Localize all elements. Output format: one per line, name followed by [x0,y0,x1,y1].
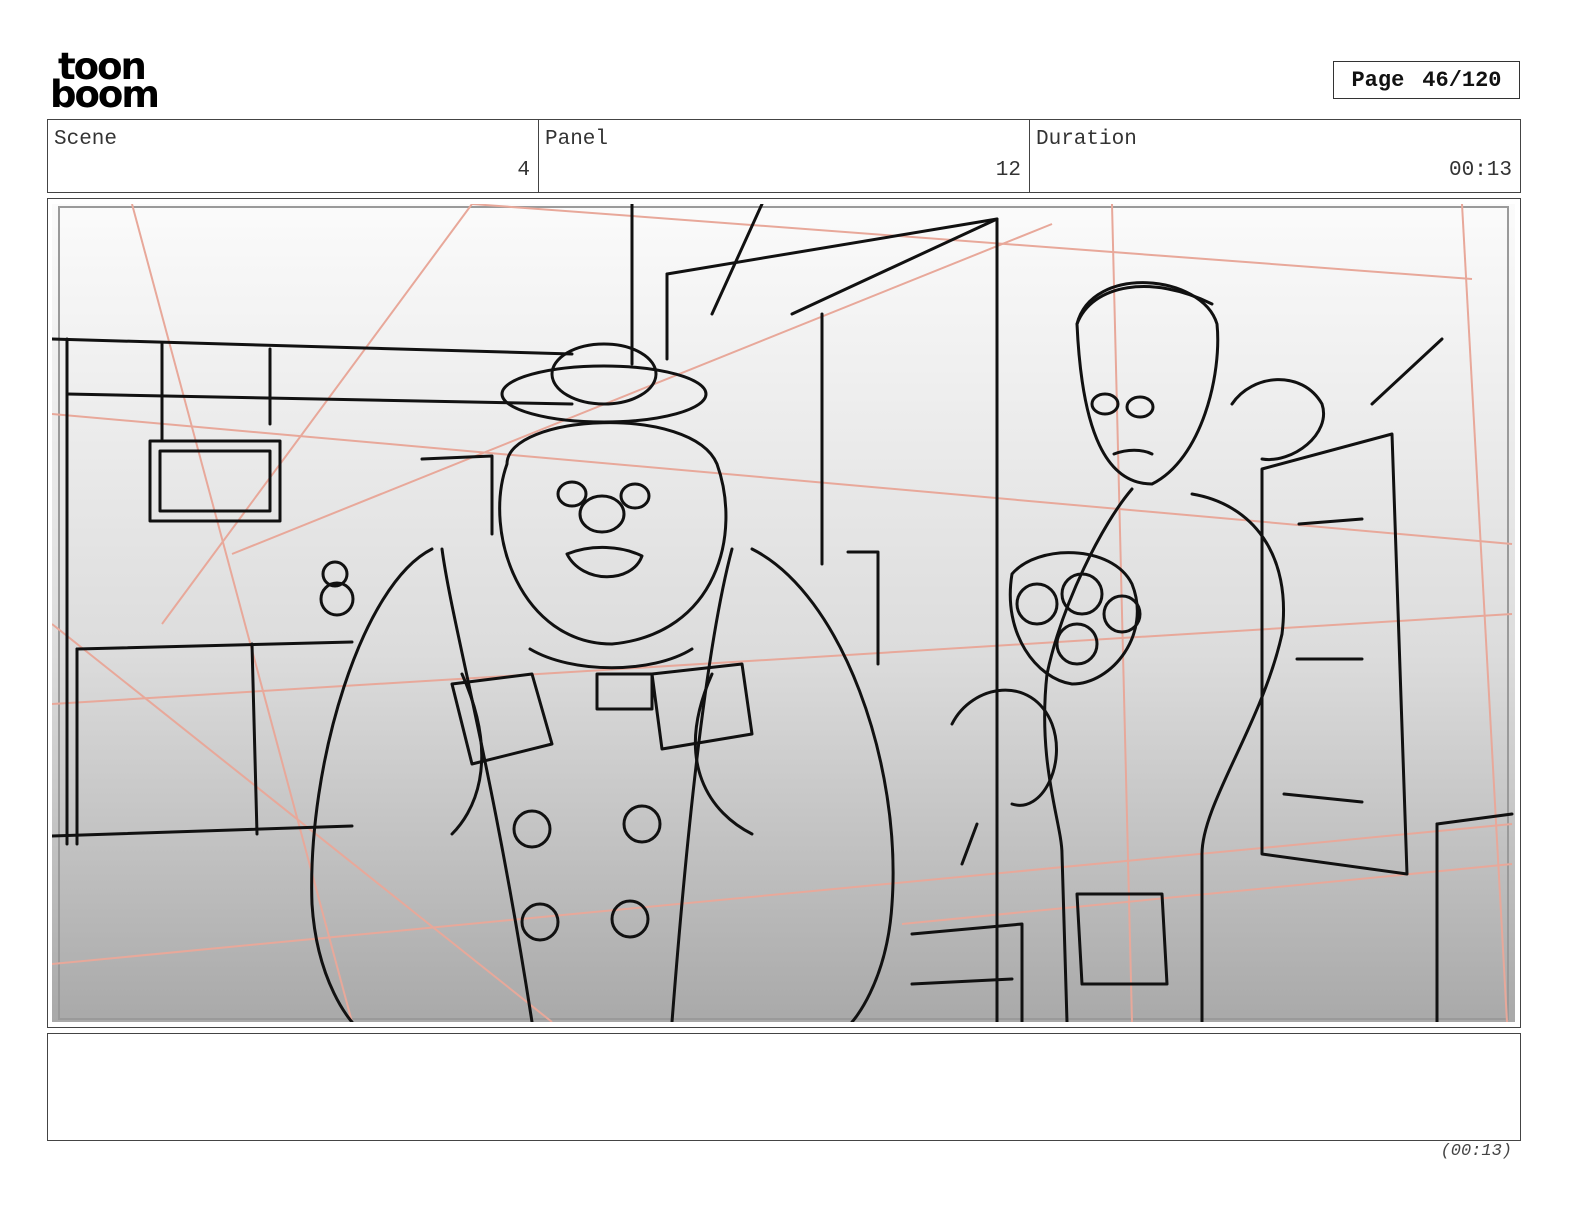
page-number: 46/120 [1422,67,1502,93]
panel-label: Panel [545,128,609,151]
panel-cell: Panel 12 [539,120,1030,192]
toonboom-logo: toon boom [50,48,166,116]
page-label: Page [1351,67,1405,93]
scene-value: 4 [517,159,530,182]
duration-cell: Duration 00:13 [1030,120,1520,192]
scene-cell: Scene 4 [48,120,539,192]
logo-line-2: boom [50,73,160,116]
page-indicator: Page 46/120 [1333,61,1520,99]
storyboard-panel [47,198,1521,1028]
storyboard-sketch-icon [52,204,1515,1022]
notes-box [47,1033,1521,1141]
duration-label: Duration [1036,128,1137,151]
scene-label: Scene [54,128,118,151]
panel-value: 12 [995,159,1021,182]
footer-duration: (00:13) [1440,1142,1512,1161]
panel-metadata: Scene 4 Panel 12 Duration 00:13 [47,119,1521,193]
duration-value: 00:13 [1448,159,1512,182]
